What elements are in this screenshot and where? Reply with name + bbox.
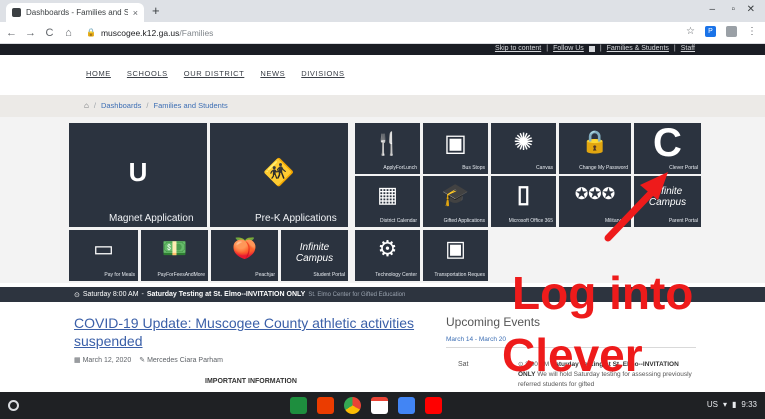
os-shelf: US ▾ ▮ 9:33 [0, 392, 765, 419]
gmail-app-icon[interactable] [371, 397, 388, 414]
youtube-app-icon[interactable] [425, 397, 442, 414]
clock-time: 9:33 [741, 400, 757, 409]
status-tray[interactable]: US ▾ ▮ 9:33 [707, 400, 757, 409]
chrome-app-icon[interactable] [344, 397, 361, 414]
battery-icon: ▮ [732, 400, 737, 409]
annotation-clever: Clever [502, 329, 643, 381]
wifi-icon: ▾ [723, 400, 728, 409]
docs-app-icon[interactable] [398, 397, 415, 414]
annotation-arrow [604, 172, 668, 242]
classroom-app-icon[interactable] [290, 397, 307, 414]
keyboard-layout: US [706, 400, 718, 409]
office-app-icon[interactable] [317, 397, 334, 414]
annotation-log-into: Log into [512, 267, 694, 319]
launcher-icon[interactable] [8, 400, 19, 411]
